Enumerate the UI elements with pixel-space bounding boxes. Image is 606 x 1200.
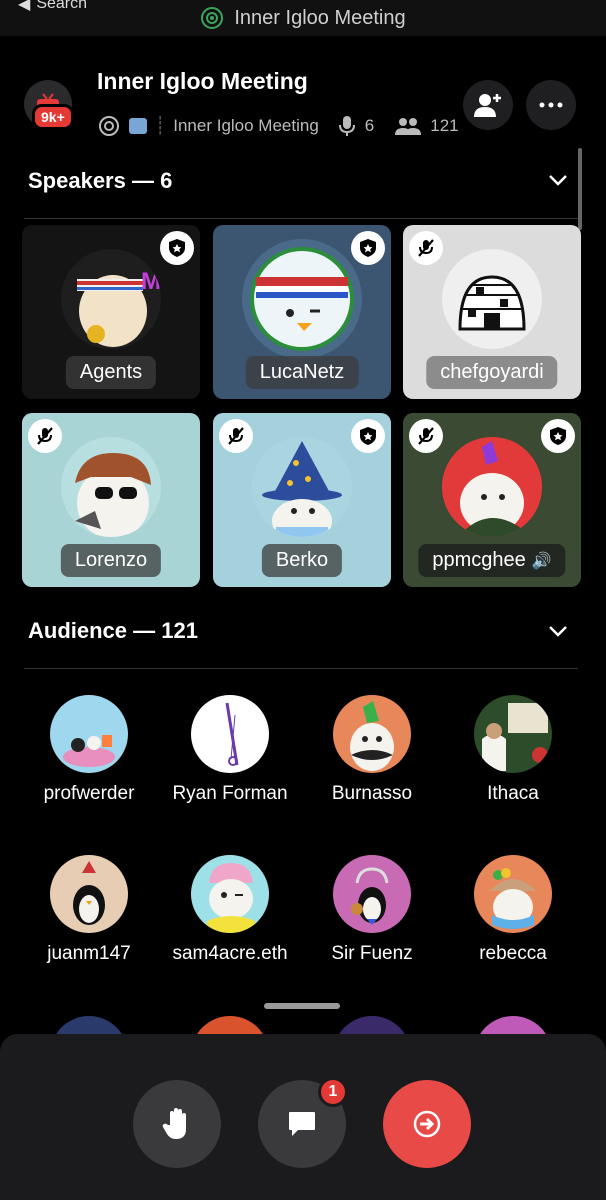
listener-count: 121 — [430, 116, 459, 135]
invite-button[interactable] — [463, 80, 513, 130]
scrollbar[interactable] — [578, 148, 582, 230]
stage-icon — [99, 116, 119, 136]
muted-microphone-icon — [219, 419, 253, 453]
speaker-count: 6 — [364, 116, 375, 135]
audience-name: rebecca — [479, 943, 547, 964]
audience-member[interactable]: Ithaca — [443, 695, 583, 805]
moderator-shield-icon — [160, 231, 194, 265]
leave-stage-button[interactable] — [383, 1080, 471, 1168]
chat-bubble-icon — [289, 1112, 315, 1136]
audience-member[interactable]: Burnasso — [302, 695, 442, 805]
avatar — [442, 437, 542, 537]
stage-banner-title: Inner Igloo Meeting — [234, 6, 406, 29]
audience-name: profwerder — [43, 783, 135, 804]
speaker-name-pill: ppmcghee 🔊 — [418, 544, 566, 577]
unread-badge: 9k+ — [32, 104, 74, 130]
audience-name: Ithaca — [487, 783, 539, 804]
avatar — [50, 695, 128, 773]
audience-name: Ryan Forman — [172, 783, 288, 804]
avatar — [50, 855, 128, 933]
speaker-name: Berko — [261, 544, 343, 577]
avatar — [474, 695, 552, 773]
avatar: M — [61, 249, 161, 349]
audience-member[interactable]: profwerder — [19, 695, 159, 805]
speaker-tile-berko[interactable]: Berko — [213, 413, 391, 587]
speaker-tile-agents[interactable]: M Agents — [22, 225, 200, 399]
stage-subline: ┊ Inner Igloo Meeting 6 121 — [97, 114, 459, 138]
divider — [24, 668, 578, 669]
speakers-heading: Speakers — 6 — [28, 168, 173, 193]
speaking-speaker-icon: 🔊 — [531, 552, 552, 570]
separator: ┊ — [155, 116, 166, 135]
ellipsis-icon — [539, 102, 563, 108]
avatar — [333, 855, 411, 933]
audience-name: sam4acre.eth — [172, 943, 288, 964]
moderator-shield-icon — [541, 419, 575, 453]
stage-banner[interactable]: Inner Igloo Meeting — [0, 6, 606, 30]
speaker-tile-ppmcghee[interactable]: ppmcghee 🔊 — [403, 413, 581, 587]
audience-member[interactable]: Ryan Forman — [160, 695, 300, 805]
audience-member[interactable]: Sir Fuenz — [302, 855, 442, 965]
speaker-name: Agents — [65, 356, 157, 389]
audience-member[interactable]: rebecca — [443, 855, 583, 965]
speaker-tile-lucanetz[interactable]: LucaNetz — [213, 225, 391, 399]
avatar — [333, 695, 411, 773]
avatar — [252, 437, 352, 537]
avatar — [191, 855, 269, 933]
members-icon — [395, 118, 422, 135]
muted-microphone-icon — [409, 231, 443, 265]
muted-microphone-icon — [28, 419, 62, 453]
microphone-icon — [338, 116, 355, 136]
audience-heading: Audience — 121 — [28, 618, 198, 643]
moderator-shield-icon — [351, 419, 385, 453]
channel-name: Inner Igloo Meeting — [173, 116, 319, 135]
chat-notification-badge: 1 — [318, 1077, 348, 1107]
drag-handle[interactable] — [264, 1003, 340, 1009]
divider — [24, 218, 578, 219]
leave-arrow-icon — [413, 1110, 441, 1138]
add-user-icon — [474, 94, 501, 117]
audience-name: juanm147 — [47, 943, 131, 964]
speaker-tile-lorenzo[interactable]: Lorenzo — [22, 413, 200, 587]
speaker-name: Lorenzo — [60, 544, 162, 577]
audience-member[interactable]: sam4acre.eth — [160, 855, 300, 965]
chevron-down-icon[interactable] — [548, 173, 568, 187]
top-strip: ◀ Search Inner Igloo Meeting — [0, 0, 606, 36]
speaker-name: ppmcghee — [432, 549, 526, 571]
avatar — [61, 437, 161, 537]
audience-name: Burnasso — [331, 783, 413, 804]
speaker-tile-chefgoyardi[interactable]: chefgoyardi — [403, 225, 581, 399]
audience-member[interactable]: juanm147 — [19, 855, 159, 965]
avatar — [191, 695, 269, 773]
more-options-button[interactable] — [526, 80, 576, 130]
speaker-name: chefgoyardi — [426, 356, 558, 389]
moderator-shield-icon — [351, 231, 385, 265]
speaking-ring — [242, 239, 362, 359]
avatar — [442, 249, 542, 349]
audience-name: Sir Fuenz — [331, 943, 413, 964]
hand-icon — [162, 1108, 186, 1139]
igloo-emoji-icon — [129, 118, 147, 134]
speaker-name: LucaNetz — [245, 356, 359, 389]
chevron-down-icon[interactable] — [548, 624, 568, 638]
page-title: Inner Igloo Meeting — [97, 68, 308, 94]
muted-microphone-icon — [409, 419, 443, 453]
stage-icon — [201, 7, 224, 29]
raise-hand-button[interactable] — [133, 1080, 221, 1168]
avatar — [474, 855, 552, 933]
